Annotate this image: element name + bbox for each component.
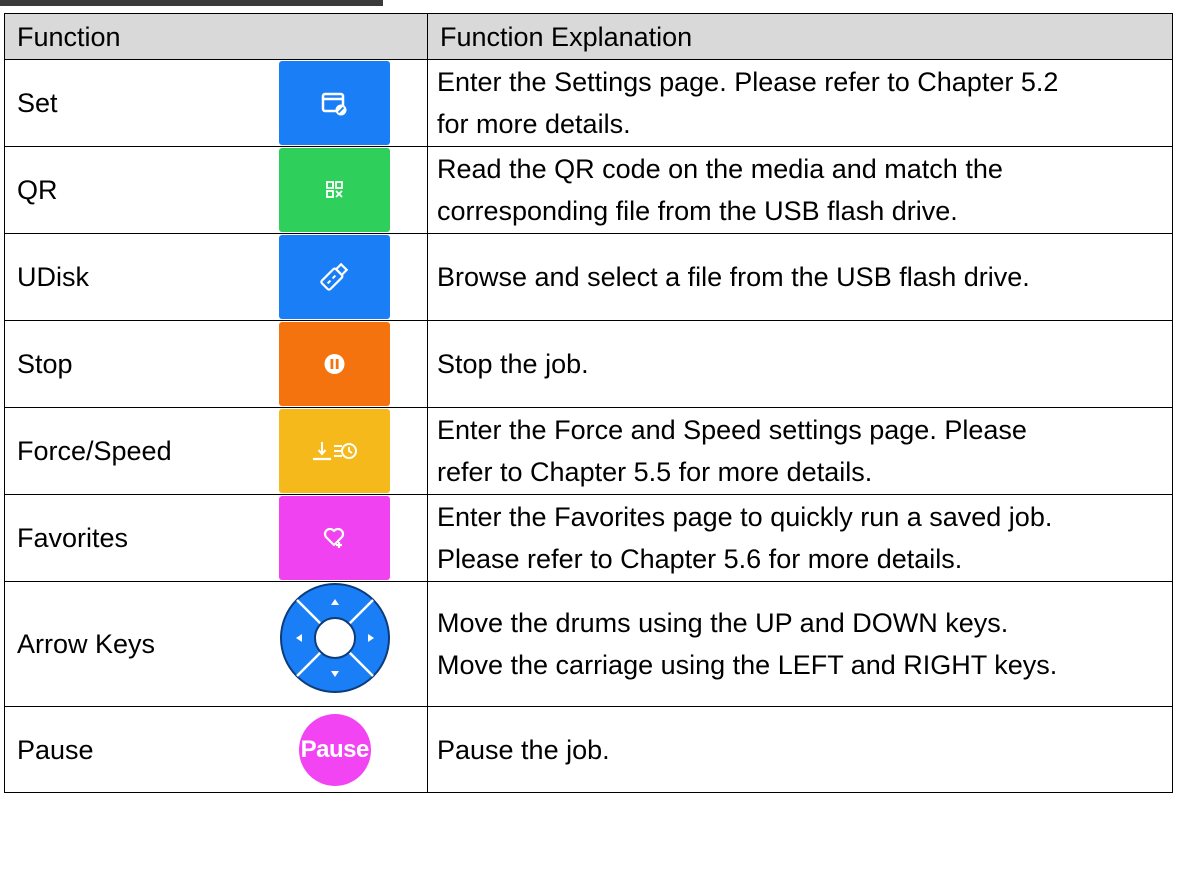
function-name: QR <box>4 146 243 234</box>
function-table: Function Function Explanation Set Enter … <box>4 13 1173 793</box>
explanation-line: Pause the job. <box>437 734 610 765</box>
qr-scan-icon[interactable] <box>279 148 391 232</box>
table-row: Force/Speed Enter the Force and Speed se… <box>4 407 1173 495</box>
explanation-line: refer to Chapter 5.5 for more details. <box>437 457 873 487</box>
pause-button-icon[interactable]: Pause <box>298 713 371 786</box>
header-explanation: Function Explanation <box>427 13 1173 60</box>
function-name: Force/Speed <box>4 407 243 495</box>
table-row: UDisk Browse and select a file from the … <box>4 233 1173 321</box>
explanation-line: Browse and select a file from the USB fl… <box>437 262 1030 292</box>
heart-add-icon[interactable] <box>279 496 391 580</box>
table-row: Favorites Enter the Favorites page to qu… <box>4 494 1173 582</box>
explanation-line: Enter the Favorites page to quickly run … <box>437 502 1053 532</box>
table-row: Stop Stop the job. <box>4 320 1173 408</box>
explanation-line: corresponding file from the USB flash dr… <box>437 196 958 226</box>
force-speed-icon[interactable] <box>279 409 391 493</box>
table-row: Set Enter the Settings page. Please refe… <box>4 59 1173 147</box>
explanation-line: for more details. <box>437 109 631 139</box>
header-function: Function <box>4 13 428 60</box>
usb-drive-icon[interactable] <box>279 235 391 319</box>
explanation-line: Please refer to Chapter 5.6 for more det… <box>437 544 963 574</box>
table-row: Pause Pause Pause the job. <box>4 706 1173 793</box>
function-name: Favorites <box>4 494 243 582</box>
table-row: QR Read the QR code on the media and mat… <box>4 146 1173 234</box>
section-header-bar <box>0 0 383 6</box>
table-row: Arrow Keys Move the drums using the UP a… <box>4 581 1173 707</box>
function-name: UDisk <box>4 233 243 321</box>
function-name: Set <box>4 59 243 147</box>
function-name: Stop <box>4 320 243 408</box>
function-name: Pause <box>4 706 243 793</box>
explanation-line: Read the QR code on the media and match … <box>437 154 1003 184</box>
settings-edit-icon[interactable] <box>279 61 391 145</box>
stop-icon[interactable] <box>279 322 391 406</box>
arrow-pad-icon[interactable] <box>279 582 391 706</box>
explanation-line: Enter the Settings page. Please refer to… <box>437 67 1059 97</box>
table-header-row: Function Function Explanation <box>4 13 1173 60</box>
explanation-line: Move the drums using the UP and DOWN key… <box>437 608 1009 638</box>
explanation-line: Stop the job. <box>437 349 589 379</box>
explanation-line: Move the carriage using the LEFT and RIG… <box>437 650 1058 680</box>
function-name: Arrow Keys <box>4 581 243 707</box>
explanation-line: Enter the Force and Speed settings page.… <box>437 415 1027 445</box>
